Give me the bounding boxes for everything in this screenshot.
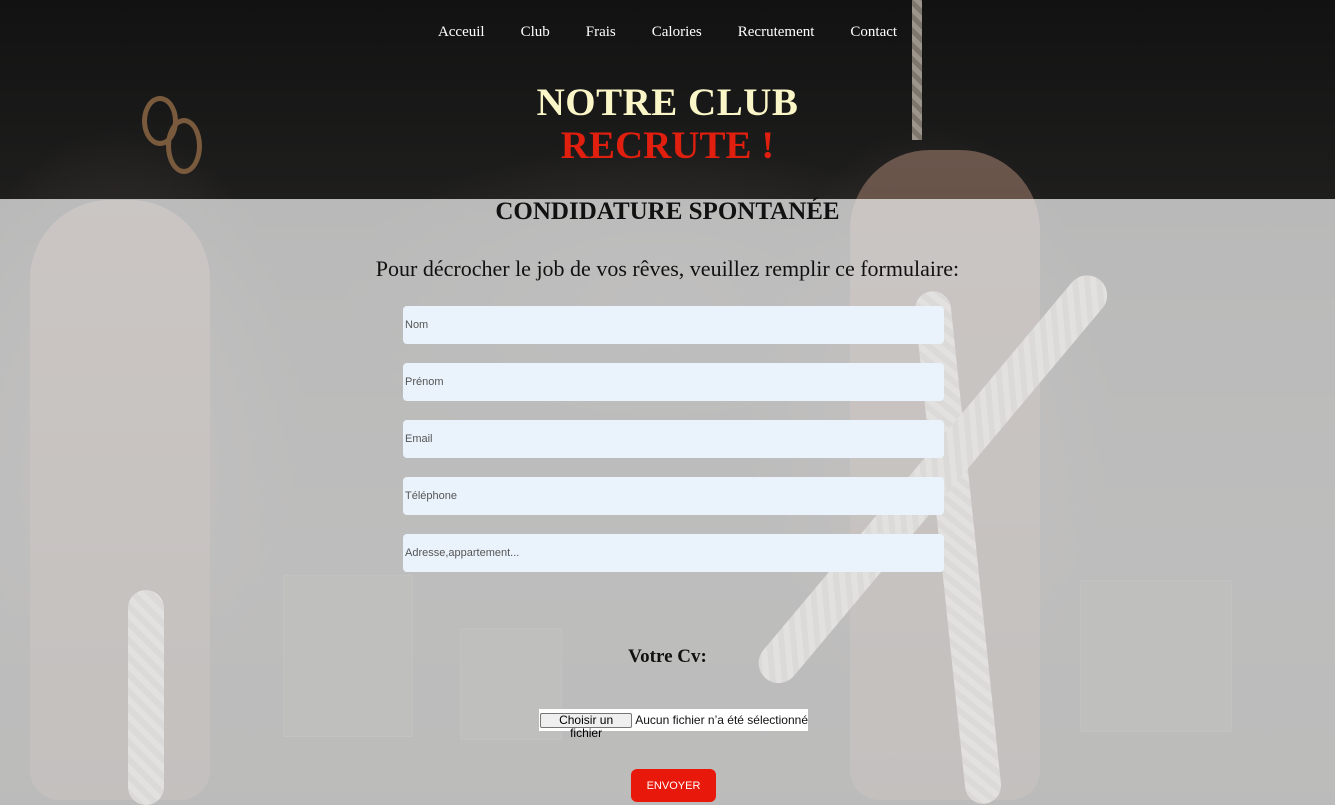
nav-item-acceuil[interactable]: Acceuil — [420, 22, 503, 43]
hero-title: NOTRE CLUB — [536, 81, 799, 124]
choose-file-button[interactable]: Choisir un fichier — [540, 712, 633, 739]
nav-item-recrutement[interactable]: Recrutement — [720, 22, 833, 43]
submit-button[interactable]: ENVOYER — [631, 769, 716, 802]
email-input[interactable] — [403, 420, 944, 458]
nom-input[interactable] — [403, 306, 944, 344]
telephone-input[interactable] — [403, 477, 944, 515]
main-nav: Acceuil Club Frais Calories Recrutement … — [0, 22, 1335, 43]
nav-item-frais[interactable]: Frais — [568, 22, 634, 43]
form-title: CONDIDATURE SPONTANÉE — [495, 198, 840, 225]
cv-file-input[interactable]: Choisir un fichier Aucun fichier n’a été… — [539, 709, 808, 739]
adresse-input[interactable] — [403, 534, 944, 572]
nav-item-calories[interactable]: Calories — [634, 22, 720, 43]
hero-subtitle: RECRUTE ! — [560, 124, 775, 167]
nav-item-contact[interactable]: Contact — [832, 22, 915, 43]
nav-item-club[interactable]: Club — [503, 22, 568, 43]
prenom-input[interactable] — [403, 363, 944, 401]
file-status-text: Aucun fichier n’a été sélectionné — [635, 713, 808, 727]
cv-label: Votre Cv: — [628, 646, 707, 667]
form-intro: Pour décrocher le job de vos rêves, veui… — [375, 256, 960, 281]
